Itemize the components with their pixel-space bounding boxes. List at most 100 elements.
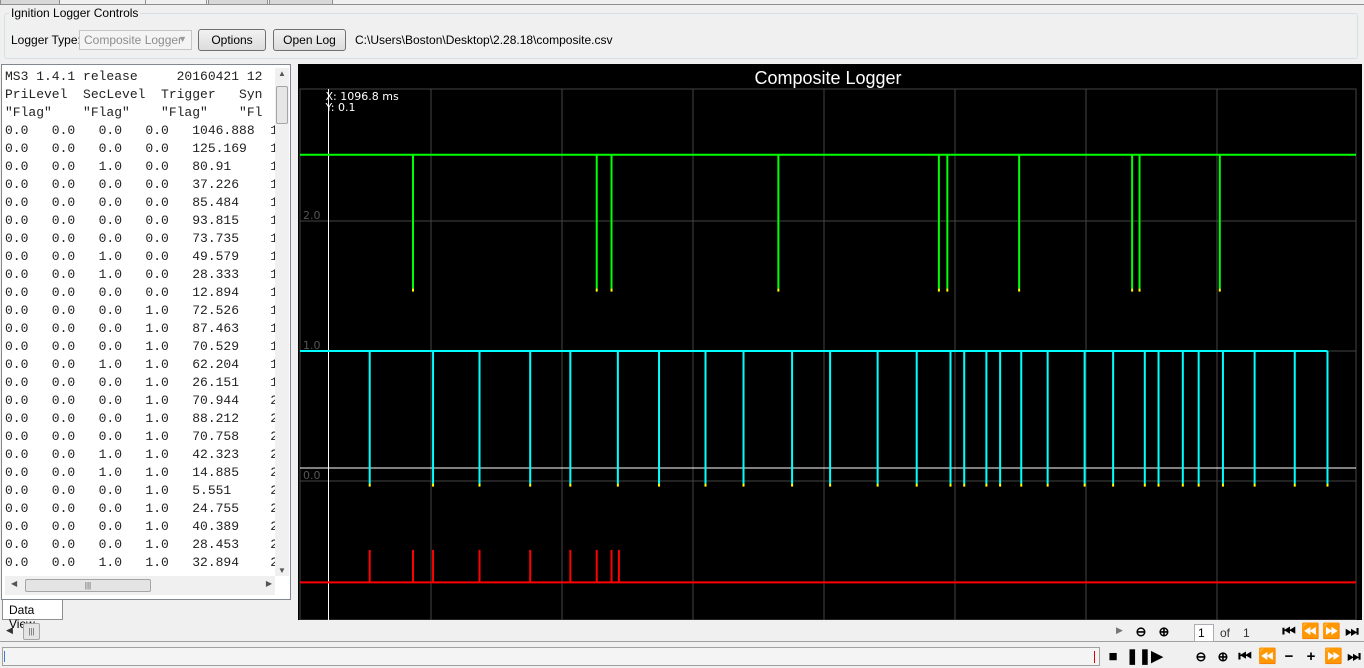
data-text-area[interactable]: MS3 1.4.1 release 20160421 12 PriLevel S… bbox=[5, 68, 275, 576]
y-tick-label: 2.0 bbox=[303, 209, 321, 222]
data-row: 0.0 0.0 0.0 1.0 26.151 195 bbox=[5, 375, 275, 390]
first-page-icon[interactable]: ⏮ bbox=[1280, 623, 1298, 641]
dip-marker bbox=[1218, 288, 1221, 292]
dip-marker bbox=[1293, 483, 1296, 487]
scroll-up-icon[interactable]: ▲ bbox=[278, 69, 286, 78]
last-page-icon[interactable]: ⏭ bbox=[1343, 623, 1361, 641]
file-path: C:\Users\Boston\Desktop\2.28.18\composit… bbox=[355, 33, 613, 47]
dip-marker bbox=[1221, 483, 1224, 487]
dip-marker bbox=[432, 483, 435, 487]
data-row: 0.0 0.0 1.0 0.0 28.333 162 bbox=[5, 267, 275, 282]
dip-marker bbox=[742, 483, 745, 487]
data-row: 0.0 0.0 0.0 1.0 70.529 186 bbox=[5, 339, 275, 354]
dip-marker bbox=[963, 483, 966, 487]
text-cursor bbox=[4, 651, 5, 662]
data-row: 0.0 0.0 1.0 1.0 32.894 237 bbox=[5, 555, 275, 570]
dip-marker bbox=[1112, 483, 1115, 487]
dip-marker bbox=[1326, 483, 1329, 487]
dip-marker bbox=[569, 483, 572, 487]
data-row: 0.0 0.0 0.0 0.0 93.815 146 bbox=[5, 213, 275, 228]
status-field[interactable] bbox=[2, 647, 1100, 666]
tab-data-view[interactable]: Data View bbox=[2, 600, 63, 631]
zoom-out-icon[interactable]: ⊖ bbox=[1192, 648, 1210, 666]
data-row: 0.0 0.0 0.0 1.0 5.551 224 bbox=[5, 483, 275, 498]
data-row: 0.0 0.0 0.0 0.0 73.735 154 bbox=[5, 231, 275, 246]
data-row: 0.0 0.0 0.0 1.0 72.526 170 bbox=[5, 303, 275, 318]
scroll-right-icon[interactable]: ▶ bbox=[266, 579, 272, 588]
dip-marker bbox=[946, 288, 949, 292]
tab-3[interactable] bbox=[208, 0, 268, 5]
prev-page-icon[interactable]: ⏪ bbox=[1301, 623, 1320, 641]
tab-4[interactable] bbox=[269, 0, 333, 5]
scroll-left-icon[interactable]: ◀ bbox=[6, 625, 13, 636]
y-tick-label: 0.0 bbox=[303, 469, 321, 482]
scroll-thumb[interactable]: ||| bbox=[23, 623, 40, 640]
chevron-down-icon: ▼ bbox=[178, 34, 187, 44]
pause-icon[interactable]: ❚❚ bbox=[1126, 648, 1151, 666]
dip-marker bbox=[1197, 483, 1200, 487]
dip-marker bbox=[1083, 483, 1086, 487]
dip-marker bbox=[1253, 483, 1256, 487]
header-line: MS3 1.4.1 release 20160421 12 bbox=[5, 69, 263, 84]
tab-1[interactable] bbox=[0, 0, 60, 5]
timeline-scrollbar[interactable]: ◀ ||| ▶ ⊖ ⊕ bbox=[0, 622, 1364, 642]
dip-marker bbox=[829, 483, 832, 487]
header-line: "Flag" "Flag" "Flag" "Fl bbox=[5, 105, 263, 120]
next-page-icon[interactable]: ⏩ bbox=[1322, 623, 1341, 641]
scroll-thumb[interactable] bbox=[276, 86, 288, 124]
dip-marker bbox=[368, 483, 371, 487]
dip-marker bbox=[529, 483, 532, 487]
minus-icon[interactable]: − bbox=[1280, 648, 1298, 666]
horizontal-scrollbar[interactable]: ◀ ||| ▶ bbox=[5, 576, 275, 595]
of-label: of bbox=[1220, 626, 1231, 640]
dip-marker bbox=[658, 483, 661, 487]
zoom-in-icon[interactable]: ⊕ bbox=[1155, 623, 1173, 641]
tab-2[interactable] bbox=[145, 0, 207, 5]
data-row: 0.0 0.0 1.0 0.0 80.91 125 bbox=[5, 159, 275, 174]
stop-icon[interactable]: ■ bbox=[1104, 648, 1122, 666]
position-marker bbox=[1094, 651, 1095, 663]
vertical-scrollbar[interactable]: ▲ ▼ bbox=[275, 68, 289, 576]
data-row: 0.0 0.0 1.0 0.0 49.579 159 bbox=[5, 249, 275, 264]
scroll-right-icon[interactable]: ▶ bbox=[1116, 625, 1123, 636]
first-icon[interactable]: ⏮ bbox=[1236, 648, 1254, 666]
chart-title: Composite Logger bbox=[754, 68, 901, 88]
data-row: 0.0 0.0 0.0 0.0 12.894 163 bbox=[5, 285, 275, 300]
data-row: 0.0 0.0 0.0 0.0 1046.888 104 bbox=[5, 123, 275, 138]
data-row: 0.0 0.0 0.0 1.0 24.755 227 bbox=[5, 501, 275, 516]
dip-marker bbox=[411, 288, 414, 292]
dip-marker bbox=[704, 483, 707, 487]
scroll-left-icon[interactable]: ◀ bbox=[11, 579, 17, 588]
dip-marker bbox=[1143, 483, 1146, 487]
scroll-down-icon[interactable]: ▼ bbox=[278, 566, 286, 575]
total-pages: 1 bbox=[1243, 626, 1250, 640]
data-row: 0.0 0.0 0.0 1.0 28.453 233 bbox=[5, 537, 275, 552]
logger-type-select[interactable]: Composite Logger ▼ bbox=[79, 30, 192, 50]
top-tab-strip bbox=[0, 0, 1364, 5]
play-icon[interactable]: ▶ bbox=[1148, 648, 1166, 666]
data-row: 0.0 0.0 1.0 1.0 62.204 192 bbox=[5, 357, 275, 372]
scroll-thumb[interactable]: ||| bbox=[25, 579, 151, 592]
dip-marker bbox=[478, 483, 481, 487]
open-log-button[interactable]: Open Log bbox=[273, 29, 346, 51]
composite-logger-chart[interactable]: Composite Logger 0.0 1.0 2.0 X: 1096.8 ms Y:… bbox=[298, 64, 1362, 621]
page-number-input[interactable]: 1 bbox=[1194, 624, 1214, 642]
plus-icon[interactable]: + bbox=[1302, 648, 1320, 666]
logger-type-value: Composite Logger bbox=[84, 33, 183, 47]
options-button[interactable]: Options bbox=[198, 29, 266, 51]
data-view-panel: MS3 1.4.1 release 20160421 12 PriLevel S… bbox=[1, 64, 291, 600]
dip-marker bbox=[1018, 288, 1021, 292]
data-row: 0.0 0.0 1.0 1.0 42.323 222 bbox=[5, 447, 275, 462]
zoom-in-icon[interactable]: ⊕ bbox=[1214, 648, 1232, 666]
dip-marker bbox=[1020, 483, 1023, 487]
dip-marker bbox=[876, 483, 879, 487]
dip-marker bbox=[985, 483, 988, 487]
fast-forward-icon[interactable]: ⏩ bbox=[1324, 648, 1343, 666]
plot-frame bbox=[299, 88, 1357, 621]
rewind-icon[interactable]: ⏪ bbox=[1258, 648, 1277, 666]
dip-marker bbox=[1181, 483, 1184, 487]
last-icon[interactable]: ⏭ bbox=[1345, 648, 1363, 666]
dip-marker bbox=[610, 288, 613, 292]
chart-svg: Composite Logger 0.01.02.0X: 1096.8 msY:… bbox=[299, 68, 1357, 621]
zoom-out-icon[interactable]: ⊖ bbox=[1132, 623, 1150, 641]
